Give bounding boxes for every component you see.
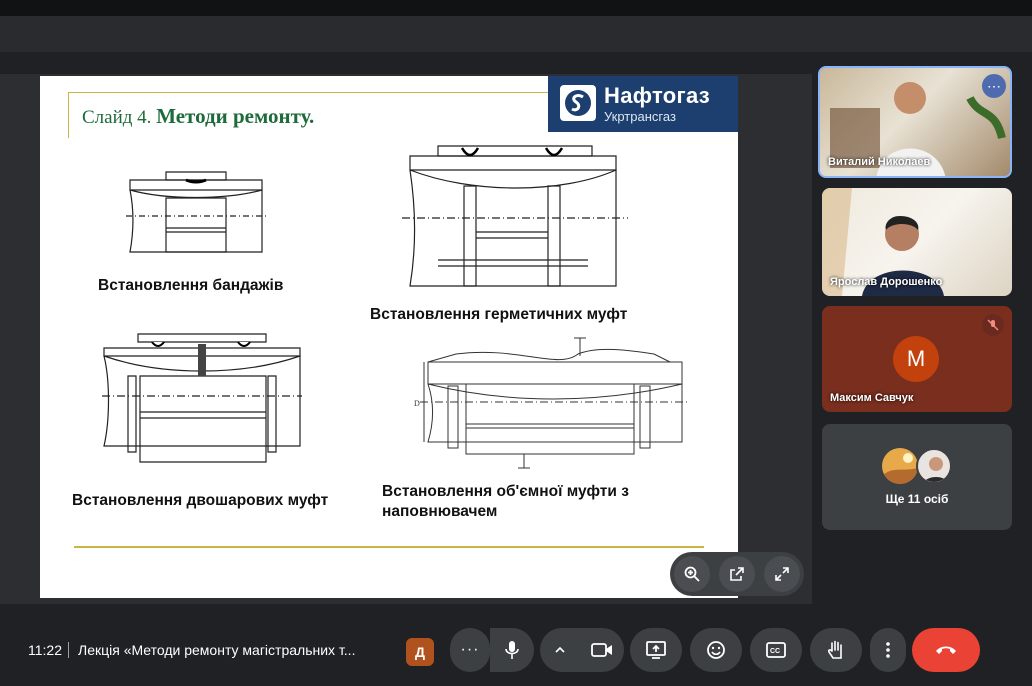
top-strip (0, 16, 1032, 52)
present-icon (646, 641, 666, 659)
naftogaz-logo: Нафтогаз Укртрансгаз (548, 76, 738, 132)
camera-button[interactable] (580, 628, 624, 672)
raise-hand-button[interactable] (810, 628, 862, 672)
bottom-rule (74, 546, 704, 548)
mic-icon (505, 641, 519, 659)
host-badge[interactable]: Д (406, 638, 434, 666)
caption-volumetric-coupling-line2: наповнювачем (382, 503, 498, 520)
more-vert-icon (886, 642, 890, 658)
more-icon: ··· (460, 641, 480, 658)
bandage-drawing (126, 171, 266, 253)
others-tile[interactable]: Ще 11 осіб (822, 424, 1012, 530)
participant-name: Максим Савчук (830, 392, 914, 404)
captions-icon: CC (766, 642, 786, 658)
participant-tile[interactable]: M Максим Савчук (822, 306, 1012, 412)
title-rule-vertical (68, 92, 69, 138)
mic-off-icon (982, 314, 1004, 336)
chevron-up-icon (555, 646, 565, 653)
emoji-icon (707, 641, 725, 659)
double-layer-coupling-drawing (102, 333, 302, 463)
clock: 11:22 (28, 642, 62, 658)
mic-button[interactable] (490, 628, 534, 672)
caption-hermetic-coupling: Встановлення герметичних муфт (370, 306, 628, 323)
hangup-icon (936, 646, 956, 654)
avatar (882, 448, 918, 484)
control-bar: 11:22 Лекція «Методи ремонту магістральн… (0, 612, 1032, 686)
slide-title: Слайд 4. Методи ремонту. (82, 104, 314, 129)
slide-title-main: Методи ремонту. (156, 104, 315, 128)
camera-icon (591, 643, 612, 657)
participant-tile[interactable]: ⋯ Виталий Николаев (818, 66, 1012, 178)
hangup-button[interactable] (912, 628, 980, 672)
others-count-label: Ще 11 осіб (885, 492, 949, 506)
caption-double-layer-coupling: Встановлення двошарових муфт (72, 492, 329, 509)
expand-icon (775, 567, 789, 581)
participant-tile[interactable]: Ярослав Дорошенко (822, 188, 1012, 296)
volumetric-coupling-drawing: D (414, 337, 688, 469)
captions-button[interactable]: CC (750, 628, 802, 672)
top-bar (0, 0, 1032, 16)
logo-subtitle: Укртрансгаз (604, 109, 676, 124)
more-options-icon[interactable]: ⋯ (982, 74, 1006, 98)
zoom-in-icon (684, 566, 700, 582)
naftogaz-logo-icon (560, 85, 596, 121)
open-in-new-icon (730, 567, 744, 581)
presentation-zoom-controls (670, 552, 804, 596)
logo-name: Нафтогаз (604, 83, 711, 108)
avatar (916, 448, 952, 484)
separator (68, 642, 69, 658)
avatar: M (893, 336, 939, 382)
hermetic-coupling-drawing (402, 145, 628, 287)
participant-name: Виталий Николаев (828, 156, 931, 168)
zoom-in-button[interactable] (674, 556, 710, 592)
slide: Слайд 4. Методи ремонту. Нафтогаз Укртра… (40, 76, 738, 598)
svg-text:D: D (414, 399, 420, 408)
participant-name: Ярослав Дорошенко (830, 276, 943, 288)
hand-icon (827, 640, 842, 659)
open-in-new-button[interactable] (719, 556, 755, 592)
more-options-button[interactable] (870, 628, 906, 672)
title-rule (68, 92, 568, 93)
more-button[interactable]: ··· (450, 628, 490, 672)
slide-title-prefix: Слайд 4. (82, 107, 152, 128)
present-button[interactable] (630, 628, 682, 672)
caption-bandage: Встановлення бандажів (98, 277, 284, 294)
emoji-button[interactable] (690, 628, 742, 672)
camera-options-button[interactable] (540, 628, 580, 672)
expand-button[interactable] (764, 556, 800, 592)
caption-volumetric-coupling: Встановлення об'ємної муфти з (382, 483, 629, 500)
meeting-title: Лекція «Методи ремонту магістральних т..… (78, 642, 356, 658)
svg-text:CC: CC (770, 648, 780, 655)
